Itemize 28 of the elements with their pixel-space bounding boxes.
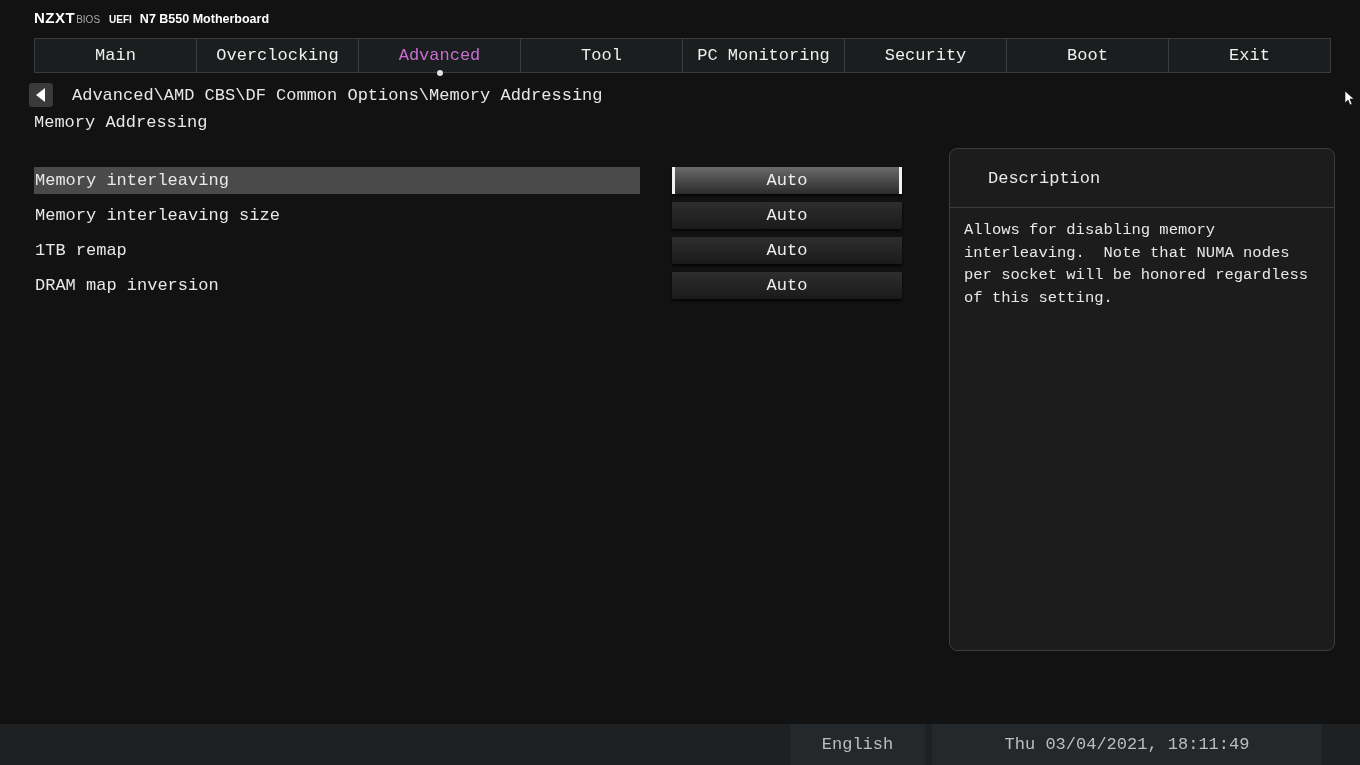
setting-label[interactable]: DRAM map inversion <box>34 272 640 299</box>
setting-value-button[interactable]: Auto <box>672 202 902 229</box>
back-icon <box>36 88 46 102</box>
brand-logo: NZXT <box>34 9 76 26</box>
menu-tab[interactable]: Exit <box>1169 39 1330 72</box>
menu-tab[interactable]: Overclocking <box>197 39 359 72</box>
bios-label: BIOS <box>76 14 101 25</box>
setting-value-button[interactable]: Auto <box>672 237 902 264</box>
model-name: N7 B550 Motherboard <box>139 12 270 26</box>
menu-tab[interactable]: Main <box>35 39 197 72</box>
setting-value-button[interactable]: Auto <box>672 167 902 194</box>
date-time: Thu 03/04/2021, 18:11:49 <box>932 724 1322 765</box>
menu-tab[interactable]: Boot <box>1007 39 1169 72</box>
setting-label[interactable]: Memory interleaving size <box>34 202 640 229</box>
page-title: Memory Addressing <box>34 113 209 134</box>
language-selector[interactable]: English <box>790 724 925 765</box>
description-text: Allows for disabling memory interleaving. Note that NUMA nodes per socket will be honored regardless of this setting. <box>964 221 1310 307</box>
description-title: Description <box>988 168 1101 188</box>
mouse-cursor-icon <box>1345 91 1355 105</box>
menu-tab[interactable]: PC Monitoring <box>683 39 845 72</box>
menu-tab[interactable]: Security <box>845 39 1007 72</box>
uefi-label: UEFI <box>109 14 132 25</box>
breadcrumb-path: Advanced\AMD CBS\DF Common Options\Memory Addressing <box>72 85 603 105</box>
setting-value-button[interactable]: Auto <box>672 272 902 299</box>
menu-tab[interactable]: Tool <box>521 39 683 72</box>
back-button[interactable] <box>29 83 53 107</box>
setting-label[interactable]: 1TB remap <box>34 237 640 264</box>
setting-label[interactable]: Memory interleaving <box>34 167 640 194</box>
